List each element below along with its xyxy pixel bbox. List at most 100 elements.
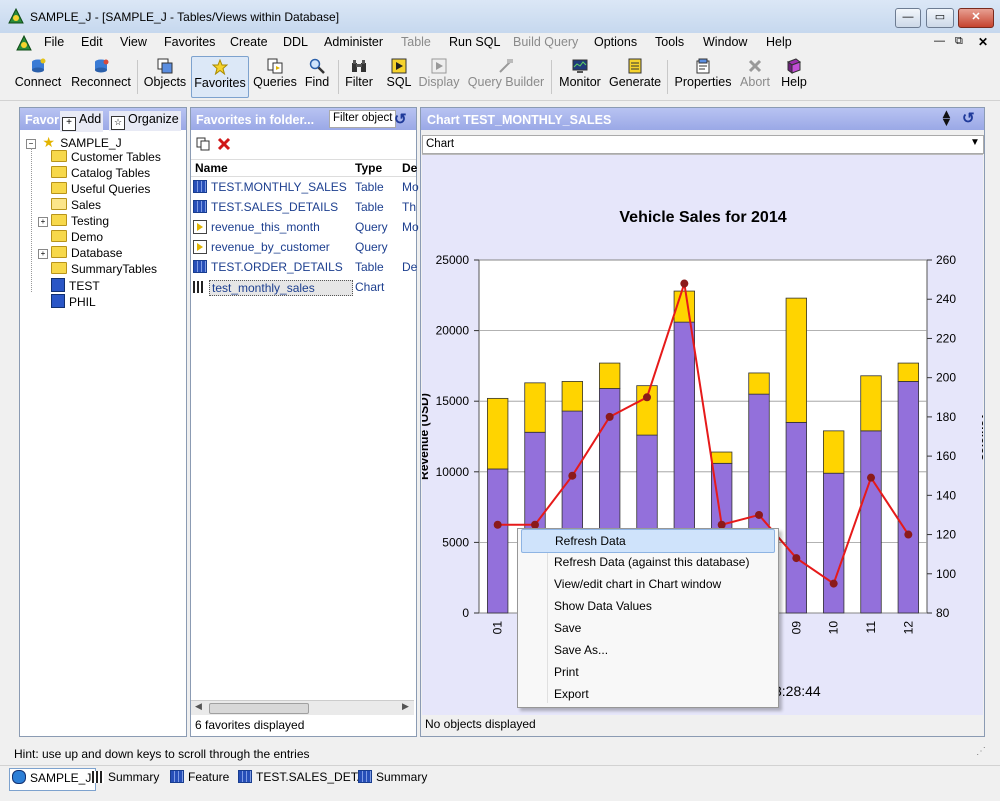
tree-root-sample-j[interactable]: − ★ SAMPLE_J bbox=[26, 134, 122, 151]
list-status: 6 favorites displayed bbox=[195, 718, 305, 732]
menu-favorites[interactable]: Favorites bbox=[164, 35, 215, 49]
list-item[interactable]: revenue_by_customer Query bbox=[191, 237, 411, 257]
y-axis-label: Revenue (USD) bbox=[422, 393, 431, 480]
column-name[interactable]: Name bbox=[195, 161, 228, 175]
menu-edit[interactable]: Edit bbox=[81, 35, 103, 49]
copy-icon[interactable] bbox=[196, 137, 210, 151]
sql-button[interactable]: SQL bbox=[383, 56, 415, 96]
export-menu-item[interactable]: Export bbox=[521, 683, 773, 705]
save-menu-item[interactable]: Save bbox=[521, 617, 773, 639]
view-edit-chart-menu-item[interactable]: View/edit chart in Chart window bbox=[521, 573, 773, 595]
refresh-icon[interactable]: ↺ bbox=[394, 110, 407, 128]
y-tick-label: 0 bbox=[462, 606, 469, 620]
menu-run-sql[interactable]: Run SQL bbox=[449, 35, 500, 49]
tab-summary-chart[interactable]: Summary bbox=[92, 770, 159, 790]
tree-folder-useful-queries[interactable]: Useful Queries bbox=[51, 182, 150, 196]
menu-help[interactable]: Help bbox=[766, 35, 792, 49]
menu-administer[interactable]: Administer bbox=[324, 35, 383, 49]
column-desc[interactable]: De bbox=[402, 161, 417, 175]
monitor-button[interactable]: Monitor bbox=[556, 56, 604, 96]
add-favorite-button[interactable]: + Add bbox=[60, 111, 104, 132]
tree-folder-summarytables[interactable]: SummaryTables bbox=[51, 262, 157, 276]
tree-folder-sales[interactable]: Sales bbox=[51, 198, 101, 212]
mdi-icon[interactable] bbox=[16, 34, 32, 51]
mdi-close-icon[interactable]: ✕ bbox=[978, 35, 988, 49]
tree-db-test[interactable]: TEST bbox=[51, 278, 100, 293]
title-bar: SAMPLE_J - [SAMPLE_J - Tables/Views with… bbox=[0, 0, 1000, 34]
expand-icon[interactable]: + bbox=[38, 217, 48, 227]
column-type[interactable]: Type bbox=[355, 161, 382, 175]
folder-icon bbox=[51, 246, 67, 258]
objects-icon bbox=[157, 58, 173, 74]
menu-options[interactable]: Options bbox=[594, 35, 637, 49]
horizontal-scrollbar[interactable]: ◀ ▶ bbox=[191, 700, 414, 715]
tree-folder-database[interactable]: + Database bbox=[38, 246, 122, 260]
filter-object-button[interactable]: Filter object bbox=[329, 110, 397, 128]
chart-type-select[interactable]: Chart ▼ bbox=[422, 135, 984, 154]
menu-create[interactable]: Create bbox=[230, 35, 268, 49]
mdi-minimize-icon[interactable]: — bbox=[934, 35, 945, 47]
resize-grip-icon[interactable]: ⋰ bbox=[976, 746, 986, 757]
tree-folder-catalog-tables[interactable]: Catalog Tables bbox=[51, 166, 150, 180]
menu-table[interactable]: Table bbox=[401, 35, 431, 49]
tab-test-sales-details[interactable]: TEST.SALES_DETA bbox=[238, 770, 365, 790]
reconnect-button[interactable]: Reconnect bbox=[70, 56, 132, 96]
scroll-left-icon[interactable]: ◀ bbox=[195, 701, 202, 712]
display-button[interactable]: Display bbox=[418, 56, 460, 96]
print-menu-item[interactable]: Print bbox=[521, 661, 773, 683]
menu-ddl[interactable]: DDL bbox=[283, 35, 308, 49]
menu-view[interactable]: View bbox=[120, 35, 147, 49]
tree-folder-customer-tables[interactable]: Customer Tables bbox=[51, 150, 161, 164]
favorites-button[interactable]: Favorites bbox=[191, 56, 249, 98]
list-item[interactable]: revenue_this_month Query Mo bbox=[191, 217, 419, 237]
y2-tick-label: 80 bbox=[936, 606, 950, 620]
sort-arrows-icon[interactable]: ▲ ▼ bbox=[940, 107, 953, 128]
objects-button[interactable]: Objects bbox=[142, 56, 188, 96]
expand-icon[interactable]: + bbox=[38, 249, 48, 259]
refresh-data-against-db-menu-item[interactable]: Refresh Data (against this database) bbox=[521, 551, 773, 573]
list-item-selected[interactable]: test_monthly_sales Chart bbox=[191, 277, 411, 297]
star-icon bbox=[212, 59, 228, 75]
tree-folder-testing[interactable]: + Testing bbox=[38, 214, 109, 228]
list-item[interactable]: TEST.ORDER_DETAILS Table De bbox=[191, 257, 417, 277]
tab-summary-table[interactable]: Summary bbox=[358, 770, 427, 790]
menu-build-query[interactable]: Build Query bbox=[513, 35, 578, 49]
query-icon bbox=[193, 240, 207, 254]
find-button[interactable]: Find bbox=[301, 56, 333, 96]
tree-folder-demo[interactable]: Demo bbox=[51, 230, 103, 244]
database-icon bbox=[51, 278, 65, 292]
minimize-button[interactable]: — bbox=[895, 8, 921, 28]
generate-button[interactable]: Generate bbox=[609, 56, 661, 96]
list-item[interactable]: TEST.SALES_DETAILS Table Th bbox=[191, 197, 416, 217]
mdi-restore-icon[interactable]: ⧉ bbox=[955, 35, 963, 48]
query-builder-button[interactable]: Query Builder bbox=[466, 56, 546, 96]
save-as-menu-item[interactable]: Save As... bbox=[521, 639, 773, 661]
scrollbar-thumb[interactable] bbox=[209, 703, 309, 714]
abort-button[interactable]: Abort bbox=[738, 56, 772, 96]
chevron-down-icon[interactable]: ▼ bbox=[970, 137, 980, 148]
close-button[interactable]: ✕ bbox=[958, 8, 994, 28]
menu-file[interactable]: File bbox=[44, 35, 64, 49]
tab-sample-j[interactable]: SAMPLE_J bbox=[9, 768, 97, 791]
chart-status: No objects displayed bbox=[425, 717, 536, 731]
organize-button[interactable]: ☆ Organize bbox=[109, 111, 181, 131]
menu-tools[interactable]: Tools bbox=[655, 35, 684, 49]
help-button[interactable]: Help bbox=[778, 56, 810, 96]
tab-feature[interactable]: Feature bbox=[170, 770, 229, 790]
maximize-button[interactable]: ▭ bbox=[926, 8, 954, 28]
queries-button[interactable]: Queries bbox=[252, 56, 298, 96]
delete-icon[interactable] bbox=[217, 137, 231, 151]
properties-button[interactable]: Properties bbox=[672, 56, 734, 96]
refresh-icon[interactable]: ↺ bbox=[962, 109, 975, 127]
connect-button[interactable]: Connect bbox=[12, 56, 64, 96]
scroll-right-icon[interactable]: ▶ bbox=[402, 701, 409, 712]
line-point bbox=[867, 473, 875, 482]
tree-db-phil[interactable]: PHIL bbox=[51, 294, 96, 309]
list-item[interactable]: TEST.MONTHLY_SALES Table Mo bbox=[191, 177, 419, 197]
filter-button[interactable]: Filter bbox=[342, 56, 376, 96]
refresh-data-menu-item[interactable]: Refresh Data bbox=[521, 529, 775, 553]
menu-window[interactable]: Window bbox=[703, 35, 747, 49]
chart-icon bbox=[193, 281, 205, 293]
folder-icon bbox=[51, 262, 67, 274]
show-data-values-menu-item[interactable]: Show Data Values bbox=[521, 595, 773, 617]
